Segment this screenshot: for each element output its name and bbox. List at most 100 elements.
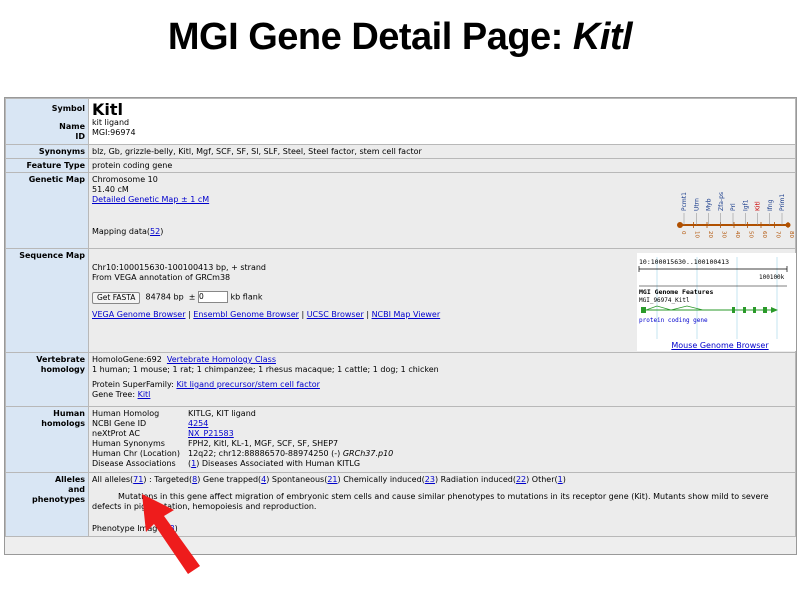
allele-counts: All alleles(71) : Targeted(8) Gene trapp…	[92, 475, 792, 485]
disease-text: Diseases Associated with Human KITLG	[201, 459, 361, 468]
flank-input[interactable]: 0	[198, 291, 228, 303]
gene-tree-label: Gene Tree:	[92, 390, 136, 399]
ncbi-map-viewer-link[interactable]: NCBI Map Viewer	[372, 310, 441, 319]
feature-type-value: protein coding gene	[88, 158, 796, 173]
gene-marker-label[interactable]: Pcmt1	[681, 192, 688, 211]
feature-id-text: MGI_96974_Kitl	[639, 297, 690, 304]
symbol-label: Symbol	[51, 104, 85, 113]
superfamily-link[interactable]: Kit ligand precursor/stem cell factor	[176, 380, 320, 389]
viewer-scale-text: 100100k	[759, 274, 785, 281]
gene-marker-label[interactable]: Igf1	[742, 199, 749, 211]
alleles-label-line1: Alleles	[54, 475, 85, 484]
red-arrow-icon	[142, 494, 200, 574]
track-title: MGI Genome Features	[639, 288, 713, 296]
allele-counts-close: )	[562, 475, 566, 484]
gene-detail-table: Symbol Name ID Kitl kit ligand MGI:96974…	[5, 98, 796, 537]
human-label-line2: homologs	[41, 419, 85, 428]
gene-marker-label[interactable]: Myb	[706, 198, 713, 211]
superfamily-label: Protein SuperFamily:	[92, 380, 174, 389]
symbol-row: Symbol Name ID Kitl kit ligand MGI:96974	[5, 98, 796, 145]
homology-class-link[interactable]: Vertebrate Homology Class	[167, 355, 276, 364]
gene-marker-label[interactable]: Prl	[730, 203, 737, 211]
genetic-map-diagram[interactable]: 0 10 20 30 40 50 60 70 80 Pcmt1 Utrn Myb Zfa-ps Prl Ig…	[674, 177, 796, 247]
symbol-labels: Symbol Name ID	[5, 98, 89, 145]
nextprot-link[interactable]: NX_P21583	[188, 429, 234, 438]
human-chr-assembly: GRCh37.p10	[342, 449, 394, 458]
gene-id: MGI:96974	[92, 128, 136, 137]
ucsc-browser-link[interactable]: UCSC Browser	[307, 310, 364, 319]
viewer-range-text: 10:100015630..100100413	[639, 258, 729, 266]
alleles-row: Alleles and phenotypes All alleles(71) :…	[5, 472, 796, 537]
synonyms-value: blz, Gb, grizzle-belly, Kitl, Mgf, SCF, …	[88, 144, 796, 159]
human-homolog-value: KITLG, KIT ligand	[188, 409, 256, 418]
chemically-induced-label: ) Chemically induced(	[337, 475, 425, 484]
plus-minus: ±	[188, 292, 196, 302]
map-tick-label: 80	[788, 231, 794, 238]
gene-marker-label[interactable]: Zfa-ps	[718, 192, 725, 211]
genetic-map-row: Genetic Map Chromosome 10 51.40 cM Detai…	[5, 172, 796, 249]
human-homologs-row: Human homologs Human Homolog KITLG, KIT l…	[5, 406, 796, 473]
homologene-id: HomoloGene:692	[92, 355, 162, 364]
targeted-label: ) : Targeted(	[143, 475, 193, 484]
genetic-map-label: Genetic Map	[5, 172, 89, 249]
slide-title-text: MGI Gene Detail Page:	[167, 16, 573, 58]
map-tick-label: 10	[694, 231, 700, 238]
all-alleles-label: All alleles(	[92, 475, 134, 484]
detailed-genetic-map-link[interactable]: Detailed Genetic Map ± 1 cM	[92, 195, 209, 204]
alleles-label: Alleles and phenotypes	[5, 472, 89, 537]
human-chr-key: Human Chr (Location)	[92, 449, 180, 458]
alleles-label-line2: and	[68, 485, 85, 494]
disease-associations-key: Disease Associations	[92, 459, 176, 468]
gene-model[interactable]	[641, 305, 778, 313]
gene-marker-label[interactable]: Prim1	[779, 194, 786, 211]
gene-detail-page: Symbol Name ID Kitl kit ligand MGI:96974…	[4, 97, 797, 555]
gene-marker-label[interactable]: Ifng	[767, 199, 774, 211]
all-alleles-link[interactable]: 71	[133, 475, 143, 484]
radiation-induced-label: ) Radiation induced(	[434, 475, 516, 484]
vega-browser-link[interactable]: VEGA Genome Browser	[92, 310, 186, 319]
symbol-values: Kitl kit ligand MGI:96974	[88, 98, 796, 145]
name-label: Name	[59, 122, 85, 131]
ncbi-gene-id-link[interactable]: 4254	[188, 419, 208, 428]
map-tick-label: 60	[761, 231, 767, 238]
slide-title-italic: Kitl	[572, 16, 633, 58]
feature-type-row: Feature Type protein coding gene	[5, 158, 796, 173]
alleles-label-line3: phenotypes	[32, 495, 85, 504]
human-synonyms-key: Human Synonyms	[92, 439, 165, 448]
synonyms-row: Synonyms blz, Gb, grizzle-belly, Kitl, M…	[5, 144, 796, 159]
ncbi-gene-id-key: NCBI Gene ID	[92, 419, 147, 428]
map-tick-label: 30	[721, 231, 727, 238]
get-fasta-button[interactable]: Get FASTA	[92, 291, 141, 304]
slide-title: MGI Gene Detail Page: Kitl	[0, 16, 800, 59]
genome-viewer-graphic: 10:100015630..100100413 100100k MGI Geno…	[638, 257, 788, 339]
feature-type-text: protein coding gene	[639, 317, 708, 324]
genome-viewer[interactable]: 10:100015630..100100413 100100k MGI Geno…	[637, 253, 796, 351]
mouse-genome-browser-link[interactable]: Mouse Genome Browser	[671, 341, 768, 350]
human-chr-value: 12q22; chr12:88886570-88974250 (-)	[188, 449, 341, 458]
human-homologs-value: Human Homolog KITLG, KIT ligand NCBI Gene…	[88, 406, 796, 473]
radiation-induced-link[interactable]: 22	[516, 475, 526, 484]
sequence-map-row: Sequence Map Chr10:100015630-100100413 b…	[5, 248, 796, 353]
spontaneous-link[interactable]: 21	[327, 475, 337, 484]
ensembl-browser-link[interactable]: Ensembl Genome Browser	[193, 310, 299, 319]
map-tick-label: 20	[707, 231, 713, 238]
map-tick-label: 0	[680, 231, 686, 235]
vertebrate-label-line2: homology	[40, 365, 85, 374]
mapping-data-link[interactable]: 52	[150, 227, 160, 236]
chemically-induced-link[interactable]: 23	[425, 475, 435, 484]
human-homolog-grid: Human Homolog KITLG, KIT ligand NCBI Gene…	[92, 409, 792, 469]
gene-marker-label[interactable]: Kitl	[755, 201, 762, 211]
gene-marker-label[interactable]: Utrn	[693, 198, 700, 211]
human-label-line1: Human	[53, 409, 85, 418]
mapping-data-label: Mapping data(	[92, 227, 151, 236]
synonyms-label: Synonyms	[5, 144, 89, 159]
feature-type-label: Feature Type	[5, 158, 89, 173]
human-homolog-key: Human Homolog	[92, 409, 160, 418]
vertebrate-label-line1: Vertebrate	[36, 355, 85, 364]
vertebrate-homology-value: HomoloGene:692 Vertebrate Homology Class…	[88, 352, 796, 407]
gene-name: kit ligand	[92, 118, 130, 127]
gene-tree-link[interactable]: Kitl	[138, 390, 151, 399]
vertebrate-homology-label: Vertebrate homology	[5, 352, 89, 407]
sequence-map-value: Chr10:100015630-100100413 bp, + strand F…	[88, 248, 796, 353]
flank-label: kb flank	[230, 292, 263, 302]
